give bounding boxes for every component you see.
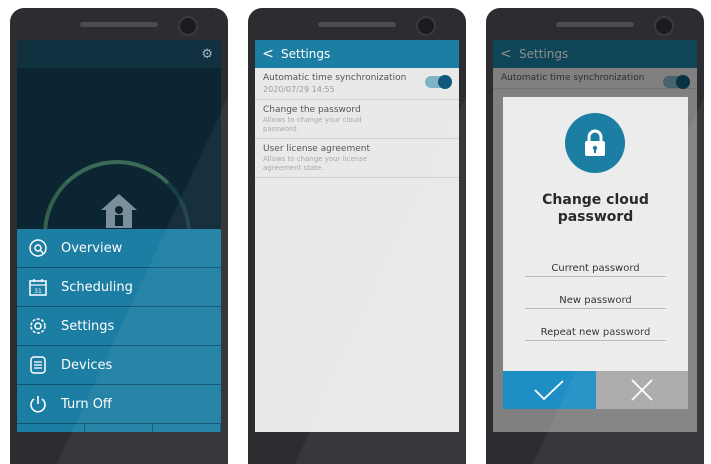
- phone-speaker: [556, 22, 634, 27]
- phone-change-password: < Settings Automatic time synchronizatio…: [486, 8, 704, 464]
- house-icon: [101, 194, 137, 228]
- checkmark-icon: [534, 380, 564, 401]
- settings-title: Settings: [281, 47, 331, 61]
- menu-bottom-strip: [17, 424, 221, 432]
- close-icon: [631, 379, 653, 401]
- settings-list: Automatic time synchronization 2020/07/2…: [255, 68, 459, 432]
- dialog-title: Change cloud password: [542, 192, 649, 225]
- calendar-icon: 31: [27, 276, 49, 298]
- item-subtitle: Allows to change your license agreement …: [263, 155, 368, 172]
- menu-label: Turn Off: [61, 396, 112, 412]
- item-title: Automatic time synchronization: [263, 73, 407, 83]
- menu-item-settings[interactable]: Settings: [17, 307, 221, 346]
- settings-gear-icon[interactable]: ⚙: [201, 47, 213, 62]
- settings-item-time-sync[interactable]: Automatic time synchronization 2020/07/2…: [255, 68, 459, 100]
- confirm-button[interactable]: [503, 371, 596, 409]
- phone-camera: [654, 16, 674, 36]
- settings-header: < Settings: [255, 40, 459, 68]
- item-title: User license agreement: [263, 144, 370, 154]
- phone-camera: [178, 16, 198, 36]
- power-icon: [27, 393, 49, 415]
- item-value: 2020/07/29 14:55: [263, 85, 335, 94]
- menu-label: Overview: [61, 240, 123, 256]
- change-password-dialog: Change cloud password Current password N…: [503, 97, 688, 409]
- calendar-day-text: 31: [34, 288, 42, 295]
- settings-item-change-password[interactable]: Change the password Allows to change you…: [255, 100, 459, 139]
- change-password-screen: < Settings Automatic time synchronizatio…: [493, 40, 697, 432]
- devices-list-icon: [27, 354, 49, 376]
- settings-item-license[interactable]: User license agreement Allows to change …: [255, 139, 459, 178]
- phone-chin: [248, 432, 466, 464]
- new-password-field[interactable]: New password: [525, 295, 666, 309]
- lock-icon: [565, 113, 625, 173]
- menu-label: Settings: [61, 318, 115, 334]
- main-menu: Overview 31 Scheduling Settings Devices: [17, 229, 221, 432]
- dialog-buttons: [503, 371, 688, 409]
- repeat-password-field[interactable]: Repeat new password: [525, 327, 666, 341]
- phone-chin: [486, 432, 704, 464]
- back-chevron-icon[interactable]: <: [255, 46, 281, 62]
- menu-item-scheduling[interactable]: 31 Scheduling: [17, 268, 221, 307]
- item-title: Change the password: [263, 105, 361, 115]
- phone-home-menu: ⚙ Overview 31 Scheduling Settings Device…: [10, 8, 228, 464]
- settings-screen: < Settings Automatic time synchronizatio…: [255, 40, 459, 432]
- phone-settings: < Settings Automatic time synchronizatio…: [248, 8, 466, 464]
- cancel-button[interactable]: [595, 371, 688, 409]
- phone-speaker: [318, 22, 396, 27]
- menu-item-devices[interactable]: Devices: [17, 346, 221, 385]
- item-subtitle: Allows to change your cloud password.: [263, 116, 362, 133]
- menu-item-turn-off[interactable]: Turn Off: [17, 385, 221, 424]
- gear-icon: [27, 315, 49, 337]
- phone-chin: [10, 432, 228, 464]
- menu-label: Devices: [61, 357, 113, 373]
- home-screen: ⚙ Overview 31 Scheduling Settings Device…: [17, 40, 221, 432]
- time-sync-toggle[interactable]: [425, 75, 452, 89]
- phone-camera: [416, 16, 436, 36]
- menu-label: Scheduling: [61, 279, 133, 295]
- toggle-knob: [438, 75, 452, 89]
- phone-speaker: [80, 22, 158, 27]
- overview-icon: [27, 237, 49, 259]
- home-top-bar: ⚙: [17, 40, 221, 68]
- current-password-field[interactable]: Current password: [525, 263, 666, 277]
- menu-item-overview[interactable]: Overview: [17, 229, 221, 268]
